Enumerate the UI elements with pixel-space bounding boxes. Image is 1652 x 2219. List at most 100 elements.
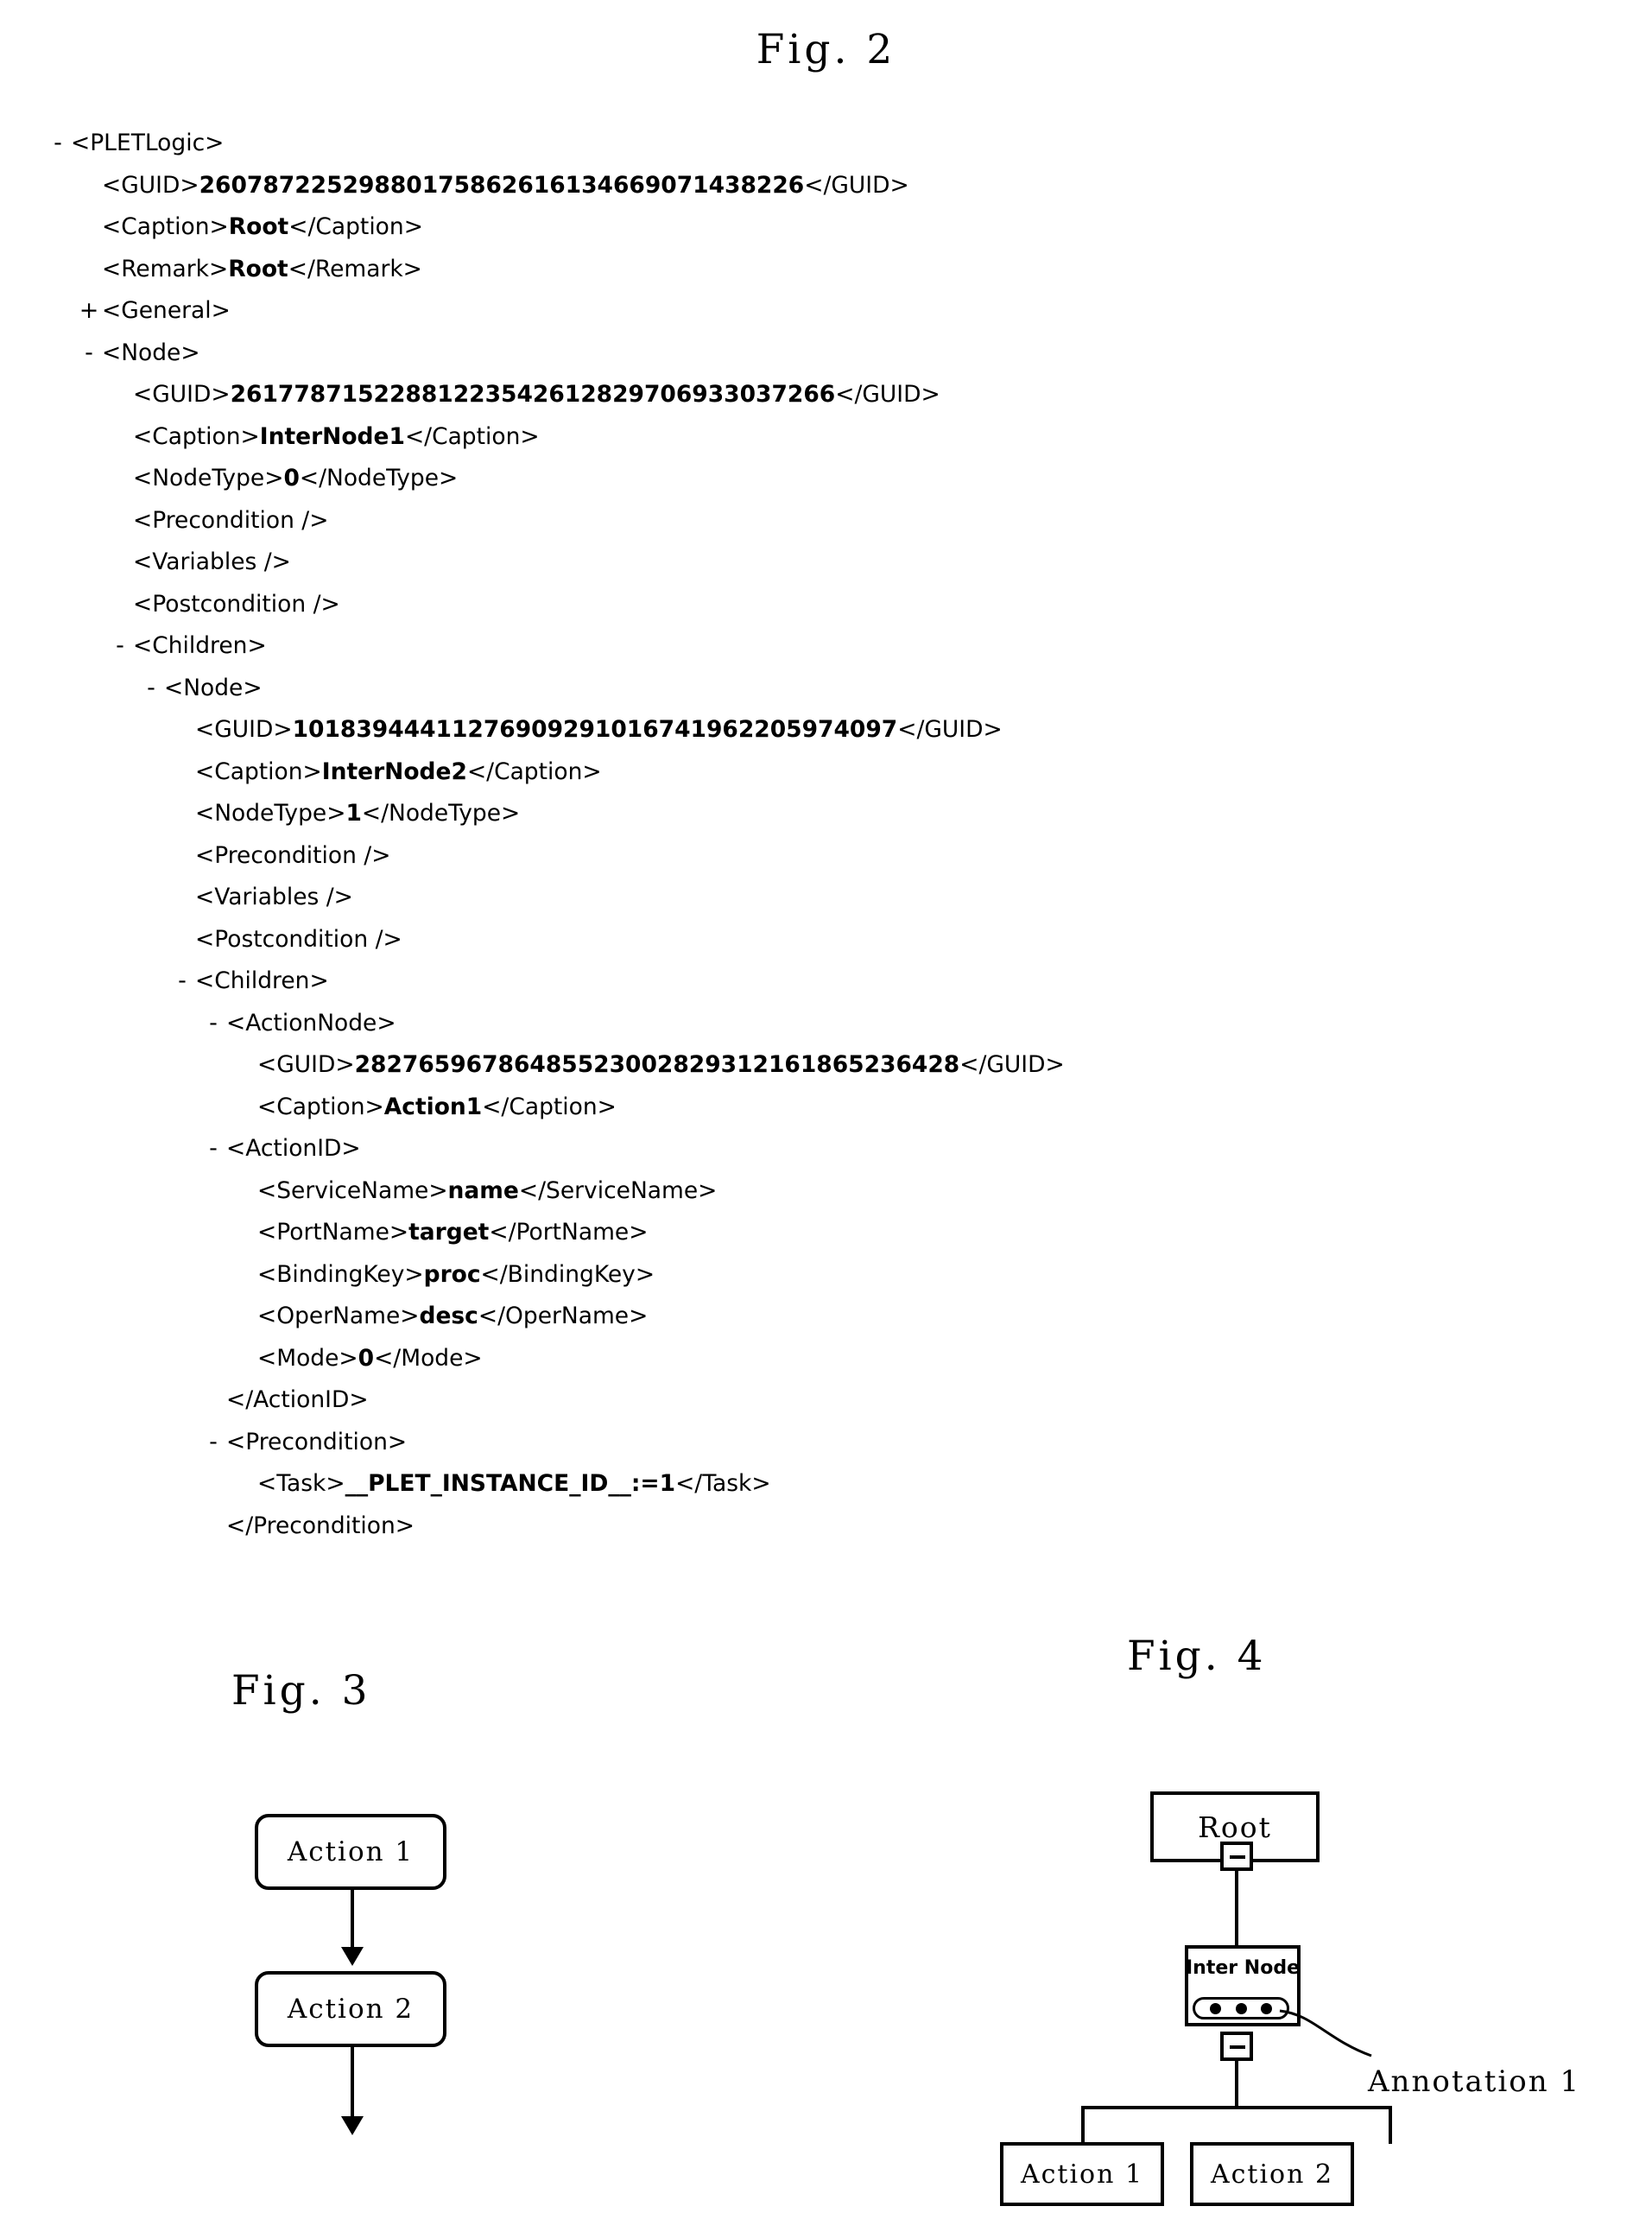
xml-value: __PLET_INSTANCE_ID__:=1 — [345, 1470, 676, 1497]
xml-tree-row: - <Children> — [47, 961, 1567, 1003]
fig3-edge-action1-action2 — [351, 1890, 354, 1952]
xml-tree-row: <Remark>Root</Remark> — [47, 249, 1567, 291]
fig4-node-action1: Action 1 — [1000, 2142, 1164, 2206]
collapse-toggle-icon[interactable]: - — [202, 1128, 225, 1170]
collapse-toggle-icon[interactable]: - — [109, 625, 131, 668]
xml-value: 10183944411276909291016741962205974097 — [292, 716, 898, 743]
xml-open-tag: <BindingKey> — [257, 1260, 424, 1288]
xml-close-tag: </Caption> — [482, 1093, 617, 1120]
xml-value: proc — [423, 1260, 481, 1288]
fig4-annotation-label: Annotation 1 — [1368, 2064, 1581, 2099]
collapse-toggle-icon[interactable]: - — [202, 1003, 225, 1045]
xml-tree-row: <GUID>1018394441127690929101674196220597… — [47, 709, 1567, 751]
figure-2-caption: Fig. 2 — [756, 26, 896, 73]
expand-toggle-icon[interactable]: + — [78, 290, 100, 333]
xml-value: Action1 — [383, 1093, 483, 1120]
xml-tag: <Children> — [133, 632, 267, 659]
xml-tree-row: <Mode>0</Mode> — [47, 1338, 1567, 1380]
xml-open-tag: <GUID> — [133, 381, 231, 408]
xml-open-tag: <Caption> — [133, 422, 260, 450]
collapse-toggle-icon[interactable]: - — [47, 123, 69, 165]
xml-open-tag: <Remark> — [102, 255, 229, 282]
xml-tree-row: </Precondition> — [47, 1506, 1567, 1548]
figure-4-caption: Fig. 4 — [1127, 1633, 1267, 1680]
xml-open-tag: <NodeType> — [133, 465, 284, 491]
xml-tag: <Variables /> — [195, 884, 353, 910]
collapse-toggle-icon[interactable]: - — [171, 961, 193, 1003]
xml-value: 26078722529880175862616134669071438226 — [199, 171, 805, 199]
xml-tag: <Postcondition /> — [133, 590, 340, 618]
xml-value: 0 — [283, 465, 300, 491]
fig4-handle-dot-icon — [1261, 2002, 1273, 2014]
figure-3-caption: Fig. 3 — [231, 1667, 371, 1715]
fig4-edge-bus-action1 — [1081, 2106, 1085, 2144]
figure-4-tree-diagram: Root Inter Node Annotation 1 Action 1 Ac… — [984, 1762, 1606, 2211]
xml-value: name — [447, 1176, 519, 1204]
xml-tree-row: - <ActionNode> — [47, 1003, 1567, 1045]
xml-tag: <ActionID> — [226, 1135, 361, 1162]
xml-tree-row: - <Node> — [47, 668, 1567, 710]
fig4-node-action2: Action 2 — [1190, 2142, 1354, 2206]
xml-tree-row: <Postcondition /> — [47, 584, 1567, 626]
xml-open-tag: <PortName> — [257, 1219, 409, 1246]
xml-tag: <PLETLogic> — [71, 130, 225, 156]
xml-close-tag: </GUID> — [897, 716, 1003, 743]
xml-close-tag: </OperName> — [478, 1303, 649, 1329]
xml-tag: </Precondition> — [226, 1512, 415, 1539]
xml-tree-row: <Caption>InterNode1</Caption> — [47, 416, 1567, 459]
xml-tree-row: <Precondition /> — [47, 835, 1567, 878]
collapse-toggle-icon[interactable]: - — [202, 1422, 225, 1464]
xml-open-tag: <Caption> — [102, 213, 229, 240]
xml-tree-row: - <Precondition> — [47, 1422, 1567, 1464]
xml-close-tag: </Caption> — [466, 758, 602, 785]
xml-close-tag: </BindingKey> — [480, 1260, 655, 1288]
xml-open-tag: <GUID> — [257, 1051, 355, 1078]
xml-open-tag: <Caption> — [195, 758, 322, 785]
fig4-connector-internode-icon — [1220, 2032, 1253, 2061]
xml-tag: <General> — [102, 297, 231, 324]
collapse-toggle-icon[interactable]: - — [78, 333, 100, 375]
fig3-edge-action2-out — [351, 2047, 354, 2121]
xml-open-tag: <GUID> — [195, 716, 293, 743]
xml-tree-row: <Caption>InterNode2</Caption> — [47, 751, 1567, 794]
xml-tag: <Variables /> — [133, 548, 291, 575]
collapse-toggle-icon[interactable]: - — [140, 668, 162, 710]
xml-value: 1 — [345, 800, 362, 827]
xml-tag: <Node> — [164, 674, 263, 701]
xml-tree-row: <GUID>2607872252988017586261613466907143… — [47, 165, 1567, 207]
xml-close-tag: </GUID> — [835, 381, 940, 408]
xml-tree-view: - <PLETLogic> <GUID>2607872252988017586261… — [47, 123, 1567, 1547]
xml-value: InterNode1 — [259, 422, 405, 450]
xml-close-tag: </GUID> — [804, 171, 909, 199]
xml-tag: <ActionNode> — [226, 1009, 396, 1037]
xml-tag: <Precondition /> — [133, 506, 329, 534]
figure-3-flow-diagram: Action 1 Action 2 — [155, 1771, 639, 2194]
xml-value: 28276596786485523002829312161865236428 — [354, 1051, 960, 1078]
xml-close-tag: </Caption> — [288, 213, 423, 240]
xml-close-tag: </PortName> — [489, 1219, 649, 1246]
xml-open-tag: <NodeType> — [195, 800, 346, 827]
fig4-connector-root-icon — [1220, 1842, 1253, 1871]
xml-close-tag: </NodeType> — [299, 465, 459, 491]
xml-value: 0 — [358, 1344, 375, 1372]
xml-open-tag: <OperName> — [257, 1303, 420, 1329]
xml-open-tag: <ServiceName> — [257, 1176, 448, 1204]
xml-tree-row: <Variables /> — [47, 542, 1567, 584]
xml-tree-row: <BindingKey>proc</BindingKey> — [47, 1254, 1567, 1297]
xml-tree-row: </ActionID> — [47, 1379, 1567, 1422]
xml-tree-row: - <ActionID> — [47, 1128, 1567, 1170]
fig4-handle-dot-icon — [1209, 2002, 1221, 2014]
xml-open-tag: <GUID> — [102, 171, 199, 199]
fig4-annotation-handle-bar — [1193, 1997, 1289, 2019]
xml-value: desc — [419, 1303, 478, 1329]
xml-close-tag: </Task> — [675, 1470, 771, 1497]
fig3-arrowhead-2-icon — [341, 2116, 364, 2135]
xml-close-tag: </NodeType> — [361, 800, 521, 827]
xml-tree-row: <NodeType>0</NodeType> — [47, 458, 1567, 500]
xml-tree-row: - <Node> — [47, 333, 1567, 375]
xml-value: 26177871522881223542612829706933037266 — [230, 381, 836, 408]
xml-tag: <Children> — [195, 967, 329, 994]
xml-open-tag: <Task> — [257, 1470, 345, 1497]
xml-tag: <Postcondition /> — [195, 925, 402, 953]
xml-tree-row: - <Children> — [47, 625, 1567, 668]
